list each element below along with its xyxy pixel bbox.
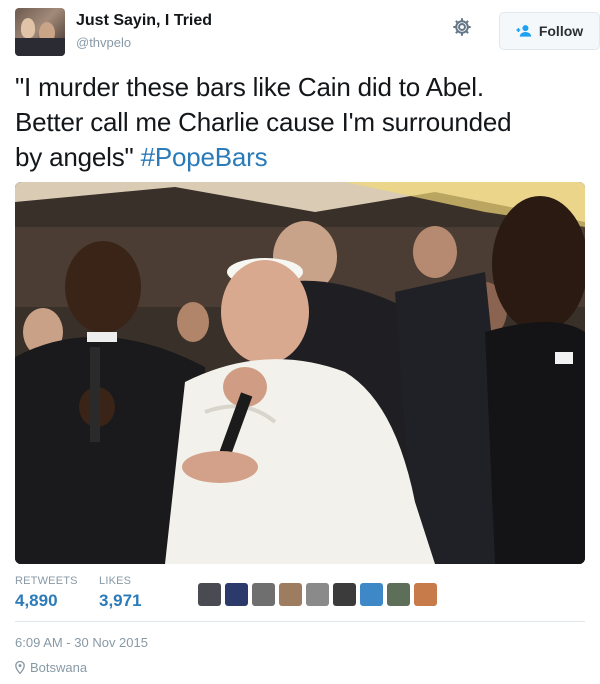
- user-avatar[interactable]: [15, 8, 65, 56]
- liker-avatar[interactable]: [198, 583, 221, 606]
- tweet-stats: RETWEETS 4,890 LIKES 3,971: [15, 575, 585, 619]
- tweet-timestamp[interactable]: 6:09 AM - 30 Nov 2015: [15, 635, 148, 650]
- retweets-count: 4,890: [15, 591, 58, 610]
- liker-avatar[interactable]: [279, 583, 302, 606]
- divider: [15, 621, 585, 622]
- likes-stat[interactable]: LIKES 3,971: [99, 575, 142, 611]
- tweet-header: Just Sayin, I Tried @thvpelo Follow: [15, 8, 600, 58]
- location-label: Botswana: [30, 660, 88, 675]
- liker-avatar[interactable]: [333, 583, 356, 606]
- liker-avatar[interactable]: [414, 583, 437, 606]
- retweets-label: RETWEETS: [15, 575, 78, 587]
- retweets-stat[interactable]: RETWEETS 4,890: [15, 575, 78, 611]
- likers-avatars: [198, 583, 437, 607]
- follow-button[interactable]: Follow: [499, 12, 600, 50]
- liker-avatar[interactable]: [360, 583, 383, 606]
- tweet-line-1: "I murder these bars like Cain did to Ab…: [15, 72, 484, 102]
- liker-avatar[interactable]: [387, 583, 410, 606]
- liker-avatar[interactable]: [225, 583, 248, 606]
- gear-icon[interactable]: [451, 16, 473, 38]
- tweet-text: "I murder these bars like Cain did to Ab…: [15, 70, 580, 175]
- follow-label: Follow: [538, 23, 584, 39]
- liker-avatar[interactable]: [306, 583, 329, 606]
- display-name[interactable]: Just Sayin, I Tried: [76, 12, 212, 30]
- tweet-location[interactable]: Botswana: [15, 660, 87, 675]
- hashtag-link[interactable]: #PopeBars: [141, 142, 268, 172]
- user-handle[interactable]: @thvpelo: [76, 35, 131, 50]
- location-pin-icon: [15, 661, 25, 674]
- tweet-line-3: by angels": [15, 142, 141, 172]
- liker-avatar[interactable]: [252, 583, 275, 606]
- add-user-icon: [516, 25, 531, 37]
- likes-label: LIKES: [99, 575, 132, 587]
- tweet-line-2: Better call me Charlie cause I'm surroun…: [15, 107, 512, 137]
- tweet-photo[interactable]: [15, 182, 585, 564]
- likes-count: 3,971: [99, 591, 142, 610]
